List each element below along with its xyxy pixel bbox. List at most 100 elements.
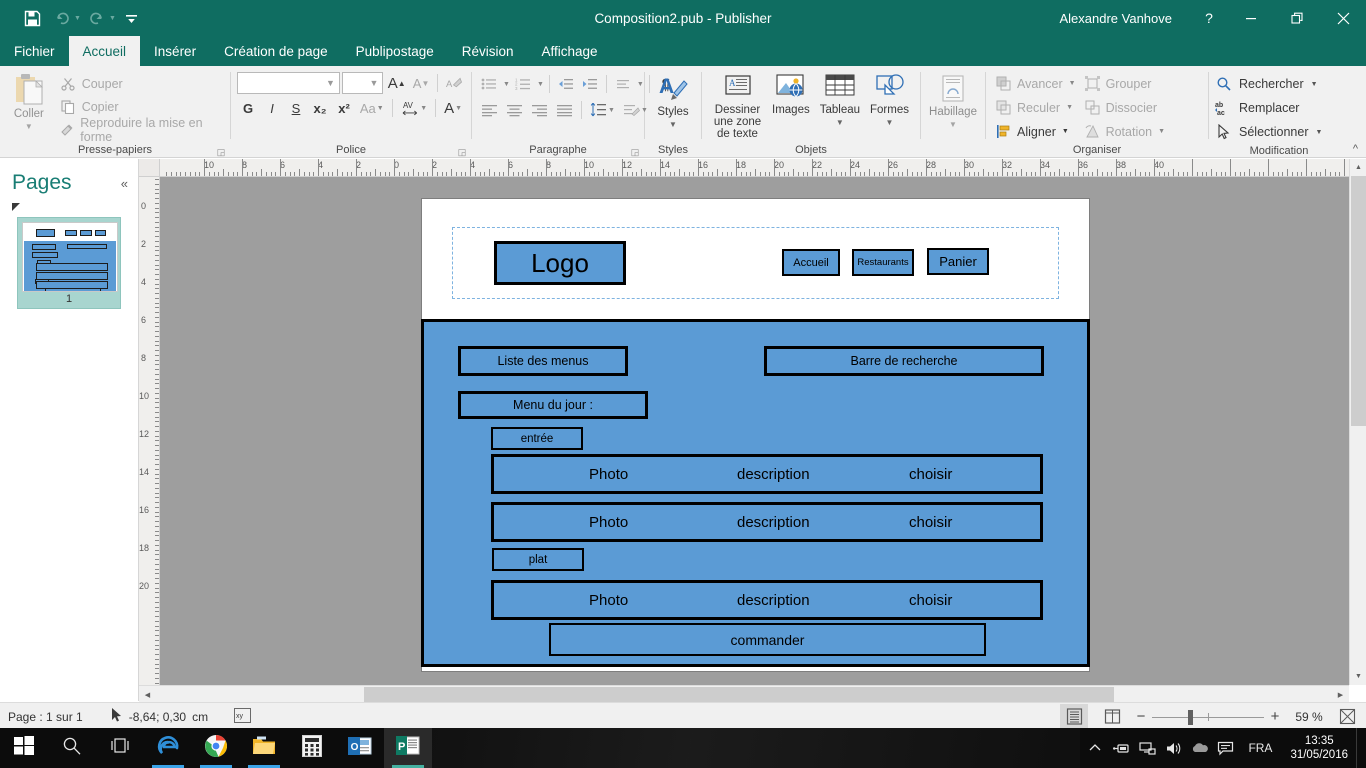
logo-shape[interactable]: Logo: [494, 241, 626, 285]
font-name-input[interactable]: ▼: [237, 72, 340, 94]
underline-button[interactable]: S: [285, 97, 307, 119]
two-page-spread-icon[interactable]: [1098, 704, 1126, 730]
vertical-scrollbar[interactable]: ▲ ▼: [1349, 159, 1366, 685]
help-button[interactable]: ?: [1190, 10, 1228, 26]
undo-icon[interactable]: [48, 5, 76, 31]
shapes-button[interactable]: Formes ▼: [865, 70, 914, 129]
language-indicator[interactable]: FRA: [1238, 741, 1282, 755]
increase-indent-icon[interactable]: [579, 73, 601, 95]
justify-icon[interactable]: [553, 99, 576, 121]
tab-revision[interactable]: Révision: [448, 36, 528, 66]
table-dropdown-icon[interactable]: ▼: [836, 117, 844, 129]
scroll-down-icon[interactable]: ▼: [1350, 668, 1366, 685]
select-button[interactable]: Sélectionner ▼: [1215, 121, 1322, 143]
chrome-button[interactable]: [192, 728, 240, 768]
clear-formatting-icon[interactable]: A: [443, 72, 465, 94]
group-button[interactable]: Grouper: [1081, 73, 1169, 94]
table-button[interactable]: Tableau ▼: [815, 70, 865, 129]
publication-page[interactable]: Logo Accueil Restaurants Panier Liste de…: [421, 199, 1090, 671]
subscript-button[interactable]: x₂: [309, 97, 331, 119]
restore-button[interactable]: [1274, 0, 1320, 36]
bullets-icon[interactable]: [478, 73, 500, 95]
scroll-left-icon[interactable]: ◀: [139, 686, 156, 703]
close-button[interactable]: [1320, 0, 1366, 36]
collapse-ribbon-button[interactable]: ^: [1353, 143, 1358, 155]
rotate-button[interactable]: Rotation ▼: [1081, 121, 1169, 142]
chevron-up-icon[interactable]: [1082, 728, 1108, 768]
page-thumbnail-item[interactable]: 1: [17, 217, 121, 309]
copy-button[interactable]: Copier: [60, 97, 224, 116]
horizontal-scroll-thumb[interactable]: [364, 687, 1114, 702]
clock[interactable]: 13:35 31/05/2016: [1282, 734, 1356, 762]
section-entree-shape[interactable]: entrée: [491, 427, 583, 450]
images-button[interactable]: Images: [767, 70, 815, 116]
line-spacing-icon[interactable]: ▼: [587, 99, 618, 121]
usb-icon[interactable]: [1108, 728, 1134, 768]
shrink-font-button[interactable]: A ▼: [410, 72, 432, 94]
customize-qat-icon[interactable]: [118, 5, 146, 31]
start-button[interactable]: [0, 728, 48, 768]
nav-restaurants-shape[interactable]: Restaurants: [852, 249, 914, 276]
horizontal-scrollbar[interactable]: ◀ ▶: [139, 685, 1349, 703]
paragraph-dialog-launcher[interactable]: ◲: [630, 147, 640, 157]
menu-list-shape[interactable]: Liste des menus: [458, 346, 628, 376]
tab-affichage[interactable]: Affichage: [528, 36, 612, 66]
draw-text-box-button[interactable]: A Dessiner une zone de texte: [708, 70, 767, 140]
change-case-button[interactable]: Aa ▼: [357, 97, 387, 119]
align-center-icon[interactable]: [503, 99, 526, 121]
onedrive-icon[interactable]: [1186, 728, 1212, 768]
horizontal-ruler[interactable]: 10 8 6 4 2 0 2 4 6 8 10 12 14 16 18 20 2…: [160, 159, 1349, 177]
menu-item-row-3[interactable]: Photo description choisir: [491, 580, 1043, 620]
nav-panier-shape[interactable]: Panier: [927, 248, 989, 275]
menu-item-row-2[interactable]: Photo description choisir: [491, 502, 1043, 542]
redo-dropdown-icon[interactable]: ▼: [109, 15, 116, 22]
numbering-icon[interactable]: 123: [512, 73, 534, 95]
minimize-button[interactable]: [1228, 0, 1274, 36]
pages-expander-icon[interactable]: [12, 203, 20, 211]
fit-page-icon[interactable]: [1332, 704, 1362, 730]
tab-fichier[interactable]: Fichier: [0, 36, 69, 66]
calculator-button[interactable]: [288, 728, 336, 768]
action-center-icon[interactable]: [1212, 728, 1238, 768]
font-dialog-launcher[interactable]: ◲: [457, 147, 467, 157]
task-view-button[interactable]: [96, 728, 144, 768]
font-size-input[interactable]: ▼: [341, 72, 384, 94]
paste-dropdown-icon[interactable]: ▼: [25, 122, 33, 131]
zoom-slider-handle[interactable]: [1188, 709, 1193, 725]
search-button[interactable]: [48, 728, 96, 768]
nav-accueil-shape[interactable]: Accueil: [782, 249, 840, 276]
tab-creation-de-page[interactable]: Création de page: [210, 36, 342, 66]
redo-icon[interactable]: [83, 5, 111, 31]
undo-dropdown-icon[interactable]: ▼: [74, 15, 81, 22]
tab-publipostage[interactable]: Publipostage: [342, 36, 448, 66]
menu-of-day-shape[interactable]: Menu du jour :: [458, 391, 648, 419]
document-canvas[interactable]: Logo Accueil Restaurants Panier Liste de…: [160, 177, 1349, 685]
styles-dropdown-icon[interactable]: ▼: [669, 119, 677, 131]
character-spacing-button[interactable]: AV ▼: [398, 97, 431, 119]
decrease-indent-icon[interactable]: [555, 73, 577, 95]
zoom-in-button[interactable]: +: [1264, 704, 1286, 730]
grow-font-button[interactable]: A ▲: [385, 72, 408, 94]
network-icon[interactable]: [1134, 728, 1160, 768]
shapes-dropdown-icon[interactable]: ▼: [886, 117, 894, 129]
collapse-pages-pane-button[interactable]: «: [121, 176, 128, 191]
tab-accueil[interactable]: Accueil: [68, 36, 141, 66]
section-plat-shape[interactable]: plat: [492, 548, 584, 571]
font-color-button[interactable]: A ▼: [441, 97, 465, 119]
vertical-ruler[interactable]: 0 2 4 6 8 10 12 14 16 18 20: [139, 177, 160, 685]
publisher-button[interactable]: P: [384, 728, 432, 768]
scroll-up-icon[interactable]: ▲: [1350, 159, 1366, 176]
user-account-name[interactable]: Alexandre Vanhove: [1059, 11, 1190, 26]
zoom-level-label[interactable]: 59 %: [1286, 710, 1332, 724]
search-bar-shape[interactable]: Barre de recherche: [764, 346, 1044, 376]
page-indicator[interactable]: Page : 1 sur 1: [0, 710, 83, 724]
wrap-dropdown-icon[interactable]: ▼: [949, 119, 957, 131]
ungroup-button[interactable]: Dissocier: [1081, 97, 1169, 118]
bring-forward-button[interactable]: Avancer ▼: [992, 73, 1079, 94]
zoom-slider[interactable]: [1152, 704, 1264, 730]
scroll-right-icon[interactable]: ▶: [1332, 686, 1349, 703]
tab-inserer[interactable]: Insérer: [140, 36, 210, 66]
find-button[interactable]: Rechercher ▼: [1215, 73, 1322, 95]
hyphenation-icon[interactable]: [612, 73, 634, 95]
volume-icon[interactable]: [1160, 728, 1186, 768]
